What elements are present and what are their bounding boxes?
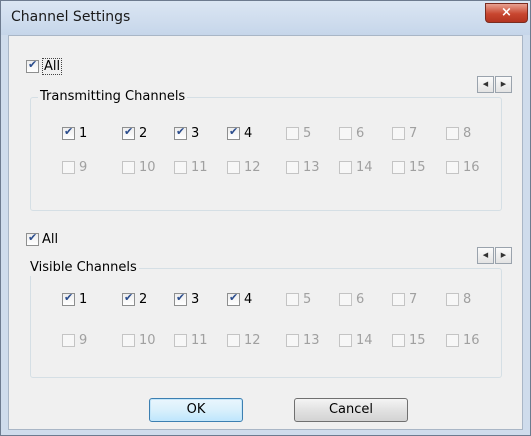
visible-channel-8-label[interactable]: 8 — [463, 292, 471, 307]
visible-channel-12-checkbox[interactable] — [227, 334, 240, 347]
visible-channel-14-label[interactable]: 14 — [356, 333, 373, 348]
visible-channel-10-checkbox[interactable] — [122, 334, 135, 347]
window-title: Channel Settings — [11, 9, 131, 25]
visible-channel-11-label[interactable]: 11 — [191, 333, 208, 348]
visible-channel-7-label[interactable]: 7 — [409, 292, 417, 307]
cancel-button[interactable]: Cancel — [294, 398, 408, 422]
transmitting-scroll-arrows: ◀ ▶ — [477, 76, 512, 93]
transmitting-channel-4-label[interactable]: 4 — [244, 126, 252, 141]
transmitting-channel-9-label[interactable]: 9 — [79, 160, 87, 175]
visible-channel-7-checkbox[interactable] — [392, 293, 405, 306]
visible-channel-9-label[interactable]: 9 — [79, 333, 87, 348]
dialog-body: All ◀ ▶ Transmitting Channels 1234567891… — [8, 35, 523, 430]
ok-button[interactable]: OK — [149, 398, 243, 422]
close-button[interactable]: × — [485, 3, 528, 23]
visible-channel-6-checkbox[interactable] — [339, 293, 352, 306]
transmitting-channel-10-checkbox[interactable] — [122, 161, 135, 174]
transmitting-channel-6-label[interactable]: 6 — [356, 126, 364, 141]
visible-all-checkbox[interactable] — [26, 231, 39, 246]
transmitting-channel-3-checkbox[interactable] — [174, 125, 187, 140]
transmitting-all-label[interactable]: All — [42, 58, 63, 75]
transmitting-channel-15-checkbox[interactable] — [392, 161, 405, 174]
visible-channel-13-label[interactable]: 13 — [303, 333, 320, 348]
visible-scroll-right-button[interactable]: ▶ — [495, 247, 512, 264]
arrow-left-icon: ◀ — [482, 80, 489, 88]
visible-channels-title: Visible Channels — [28, 260, 139, 276]
visible-channel-4-checkbox[interactable] — [227, 291, 240, 306]
transmitting-channel-14-checkbox[interactable] — [339, 161, 352, 174]
arrow-left-icon: ◀ — [482, 251, 489, 259]
transmitting-channel-16-label[interactable]: 16 — [463, 160, 480, 175]
visible-scroll-left-button[interactable]: ◀ — [477, 247, 494, 264]
transmitting-channel-13-checkbox[interactable] — [286, 161, 299, 174]
transmitting-channel-2-checkbox[interactable] — [122, 125, 135, 140]
arrow-right-icon: ▶ — [500, 80, 507, 88]
transmitting-channel-3-label[interactable]: 3 — [191, 126, 199, 141]
transmitting-channel-4-checkbox[interactable] — [227, 125, 240, 140]
transmitting-channel-13-label[interactable]: 13 — [303, 160, 320, 175]
transmitting-all-checkbox[interactable] — [26, 58, 39, 73]
visible-channel-5-checkbox[interactable] — [286, 293, 299, 306]
transmitting-channel-10-label[interactable]: 10 — [139, 160, 156, 175]
visible-channel-13-checkbox[interactable] — [286, 334, 299, 347]
transmitting-channel-1-checkbox[interactable] — [62, 125, 75, 140]
visible-channels-group — [30, 268, 502, 378]
transmitting-channel-8-checkbox[interactable] — [446, 127, 459, 140]
transmitting-channel-11-checkbox[interactable] — [174, 161, 187, 174]
visible-channel-15-checkbox[interactable] — [392, 334, 405, 347]
visible-channel-16-checkbox[interactable] — [446, 334, 459, 347]
title-bar[interactable]: Channel Settings × — [1, 1, 530, 35]
visible-channel-3-checkbox[interactable] — [174, 291, 187, 306]
transmitting-channels-group — [30, 97, 502, 211]
visible-channel-10-label[interactable]: 10 — [139, 333, 156, 348]
visible-channel-14-checkbox[interactable] — [339, 334, 352, 347]
close-icon: × — [501, 5, 512, 20]
transmitting-channel-5-label[interactable]: 5 — [303, 126, 311, 141]
visible-channel-8-checkbox[interactable] — [446, 293, 459, 306]
transmitting-channel-15-label[interactable]: 15 — [409, 160, 426, 175]
transmitting-channel-2-label[interactable]: 2 — [139, 126, 147, 141]
transmitting-channel-9-checkbox[interactable] — [62, 161, 75, 174]
transmitting-scroll-left-button[interactable]: ◀ — [477, 76, 494, 93]
visible-channel-5-label[interactable]: 5 — [303, 292, 311, 307]
visible-scroll-arrows: ◀ ▶ — [477, 247, 512, 264]
transmitting-channel-14-label[interactable]: 14 — [356, 160, 373, 175]
transmitting-channel-6-checkbox[interactable] — [339, 127, 352, 140]
transmitting-channel-16-checkbox[interactable] — [446, 161, 459, 174]
transmitting-channel-12-checkbox[interactable] — [227, 161, 240, 174]
visible-channel-2-label[interactable]: 2 — [139, 292, 147, 307]
visible-all-label[interactable]: All — [42, 232, 58, 247]
transmitting-scroll-right-button[interactable]: ▶ — [495, 76, 512, 93]
visible-channel-6-label[interactable]: 6 — [356, 292, 364, 307]
visible-channel-15-label[interactable]: 15 — [409, 333, 426, 348]
transmitting-channel-12-label[interactable]: 12 — [244, 160, 261, 175]
transmitting-channel-5-checkbox[interactable] — [286, 127, 299, 140]
visible-channel-2-checkbox[interactable] — [122, 291, 135, 306]
visible-channel-4-label[interactable]: 4 — [244, 292, 252, 307]
visible-channel-1-checkbox[interactable] — [62, 291, 75, 306]
visible-channel-1-label[interactable]: 1 — [79, 292, 87, 307]
transmitting-channel-7-label[interactable]: 7 — [409, 126, 417, 141]
visible-channel-3-label[interactable]: 3 — [191, 292, 199, 307]
visible-channel-16-label[interactable]: 16 — [463, 333, 480, 348]
transmitting-channel-11-label[interactable]: 11 — [191, 160, 208, 175]
channel-settings-dialog: Channel Settings × All ◀ ▶ Transmitting … — [0, 0, 531, 436]
transmitting-channel-8-label[interactable]: 8 — [463, 126, 471, 141]
visible-channel-11-checkbox[interactable] — [174, 334, 187, 347]
arrow-right-icon: ▶ — [500, 251, 507, 259]
transmitting-channel-7-checkbox[interactable] — [392, 127, 405, 140]
visible-channel-12-label[interactable]: 12 — [244, 333, 261, 348]
transmitting-channels-title: Transmitting Channels — [38, 89, 188, 105]
transmitting-channel-1-label[interactable]: 1 — [79, 126, 87, 141]
visible-channel-9-checkbox[interactable] — [62, 334, 75, 347]
